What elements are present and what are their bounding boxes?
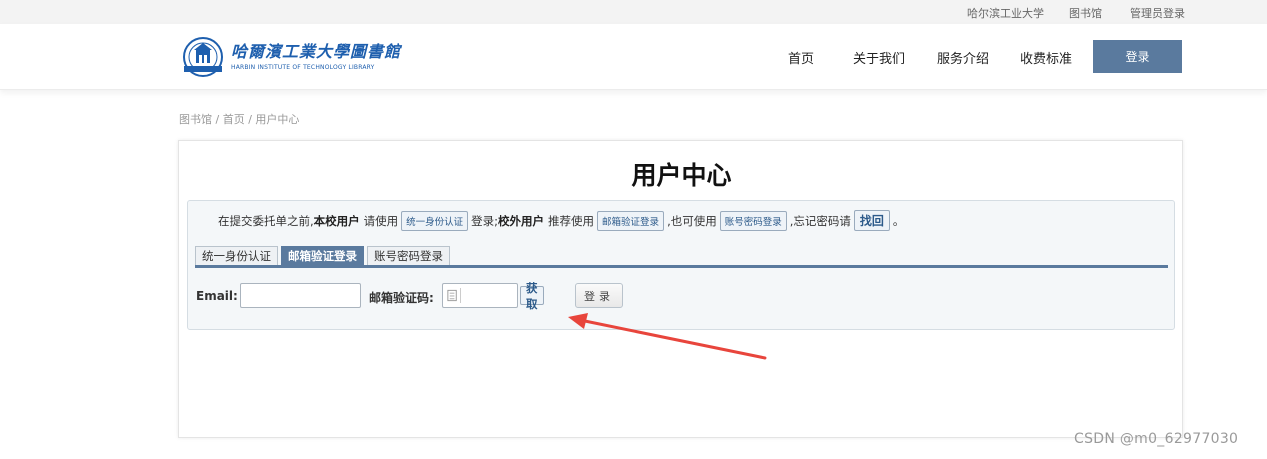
link-hit-university[interactable]: 哈尔滨工业大学 bbox=[967, 5, 1044, 21]
get-code-button[interactable]: 获取 bbox=[520, 283, 544, 311]
notice-text: ,忘记密码请 bbox=[789, 213, 851, 228]
logo-english-name: HARBIN INSTITUTE OF TECHNOLOGY LIBRARY bbox=[231, 64, 375, 71]
page-title: 用户中心 bbox=[631, 161, 732, 190]
notice-text: ,也可使用 bbox=[667, 213, 717, 228]
tab-underline bbox=[195, 265, 1168, 268]
verification-code-field[interactable] bbox=[442, 283, 518, 308]
notice-text: 推荐使用 bbox=[548, 213, 595, 228]
tab-email-login[interactable]: 邮箱验证登录 bbox=[281, 246, 364, 265]
notice-recover-password-button[interactable]: 找回 bbox=[853, 210, 890, 231]
library-logo[interactable]: 哈爾濱工業大學圖書館 HARBIN INSTITUTE OF TECHNOLOG… bbox=[180, 36, 400, 78]
nav-about-us[interactable]: 关于我们 bbox=[853, 48, 905, 67]
notice-email-login-button[interactable]: 邮箱验证登录 bbox=[597, 210, 665, 231]
university-emblem-icon bbox=[183, 37, 223, 77]
notice-text: 请使用 bbox=[363, 213, 399, 228]
tab-password-login[interactable]: 账号密码登录 bbox=[367, 246, 450, 265]
user-center-panel: 用户中心 在提交委托单之前, 本校用户 请使用 统一身份认证 登录; 校外用户 … bbox=[178, 140, 1183, 438]
keypad-icon bbox=[447, 288, 461, 303]
email-input[interactable] bbox=[240, 283, 361, 308]
verification-code-input[interactable] bbox=[467, 286, 515, 305]
nav-home[interactable]: 首页 bbox=[788, 48, 814, 67]
tab-unified-auth[interactable]: 统一身份认证 bbox=[195, 246, 278, 265]
notice-text: 。 bbox=[892, 213, 905, 228]
code-label: 邮箱验证码: bbox=[369, 291, 434, 305]
site-header: 哈爾濱工業大學圖書館 HARBIN INSTITUTE OF TECHNOLOG… bbox=[0, 24, 1267, 90]
login-tabs: 统一身份认证 邮箱验证登录 账号密码登录 bbox=[195, 246, 453, 266]
header-login-button[interactable]: 登录 bbox=[1093, 40, 1182, 73]
notice-text: 在提交委托单之前, bbox=[218, 213, 314, 228]
nav-services[interactable]: 服务介绍 bbox=[937, 48, 989, 67]
notice-text: 登录; bbox=[471, 213, 499, 228]
top-utility-bar: 哈尔滨工业大学 图书馆 管理员登录 bbox=[0, 0, 1267, 24]
notice-unified-auth-button[interactable]: 统一身份认证 bbox=[401, 210, 469, 231]
logo-chinese-name: 哈爾濱工業大學圖書館 bbox=[231, 42, 402, 61]
notice-campus-users: 本校用户 bbox=[313, 213, 360, 228]
breadcrumb: 图书馆 / 首页 / 用户中心 bbox=[179, 113, 300, 126]
watermark: CSDN @m0_62977030 bbox=[1074, 431, 1239, 447]
link-admin-login[interactable]: 管理员登录 bbox=[1130, 5, 1185, 21]
link-library[interactable]: 图书馆 bbox=[1069, 5, 1102, 21]
email-label: Email: bbox=[196, 289, 238, 303]
notice-external-users: 校外用户 bbox=[498, 213, 545, 228]
notice-password-login-button[interactable]: 账号密码登录 bbox=[719, 210, 787, 231]
annotation-arrow-icon bbox=[568, 313, 767, 360]
login-notice: 在提交委托单之前, 本校用户 请使用 统一身份认证 登录; 校外用户 推荐使用 … bbox=[218, 210, 904, 231]
nav-fees[interactable]: 收费标准 bbox=[1020, 48, 1072, 67]
